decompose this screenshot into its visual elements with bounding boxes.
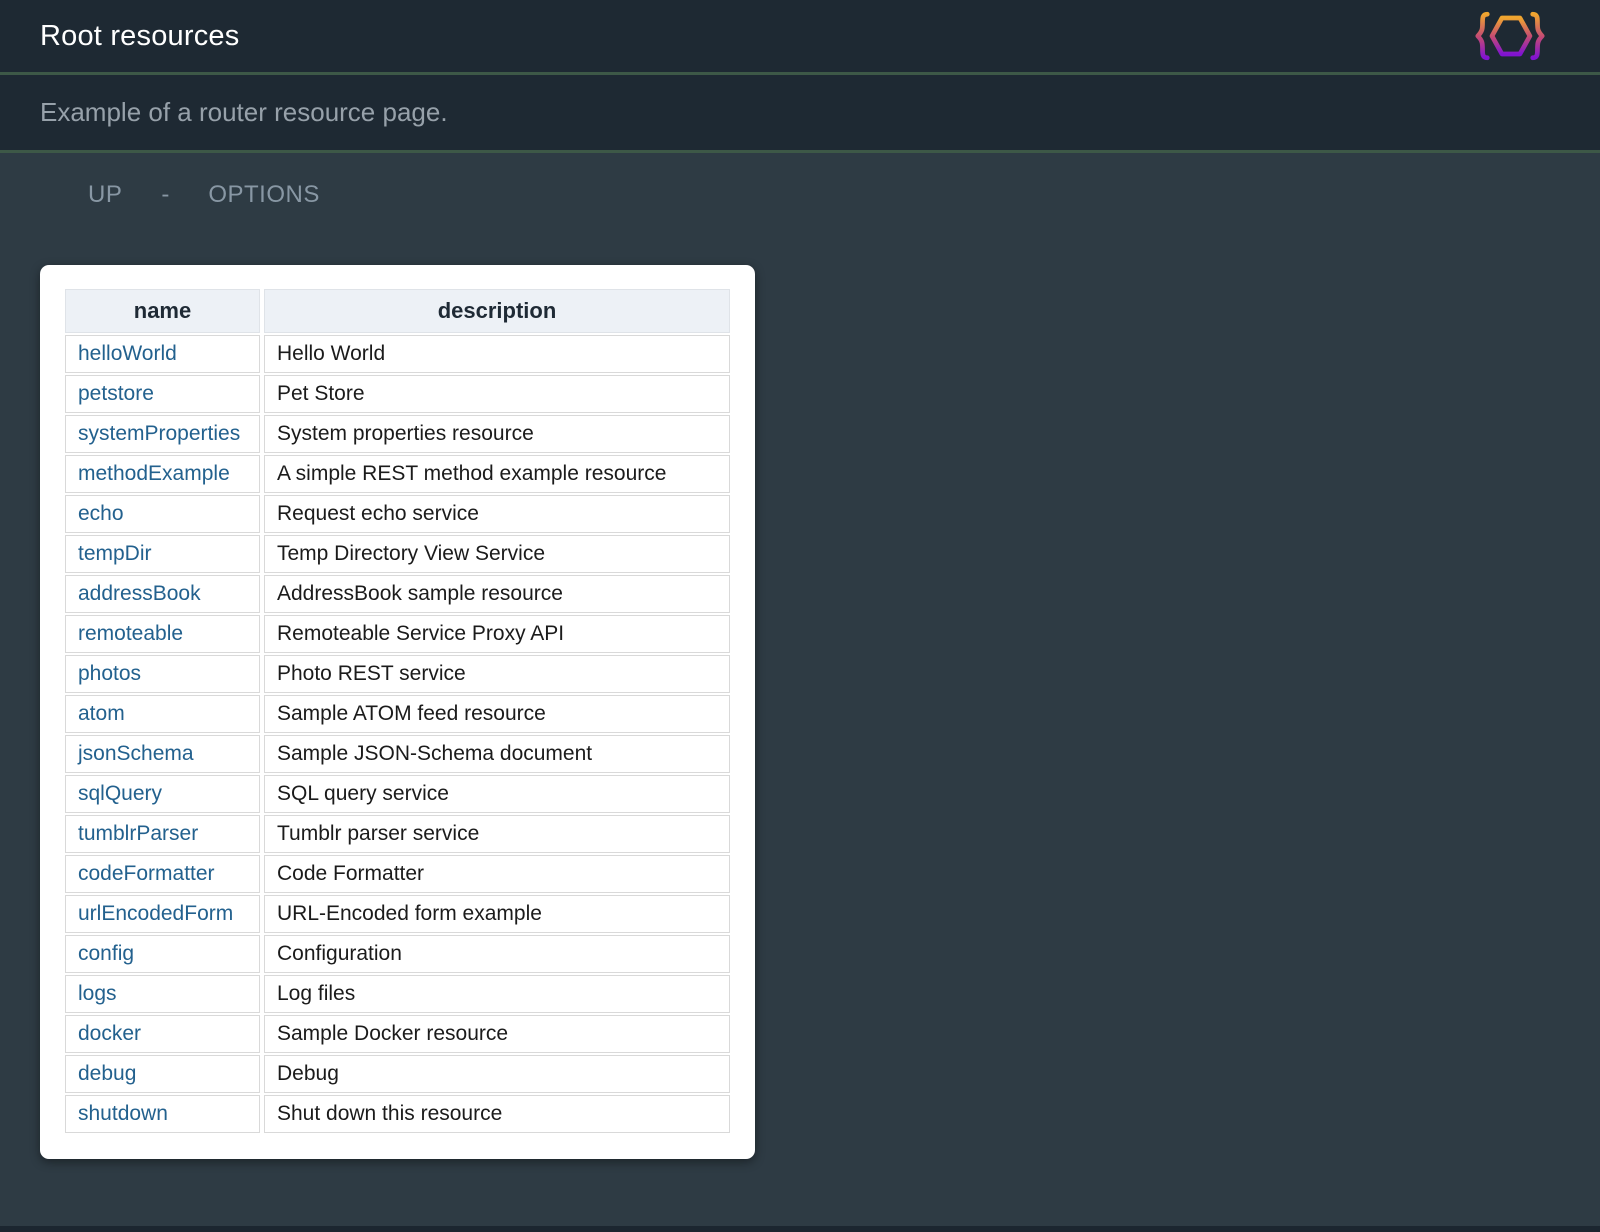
table-row: addressBook AddressBook sample resource: [65, 575, 730, 613]
resource-link[interactable]: logs: [78, 982, 117, 1005]
resource-link[interactable]: methodExample: [78, 462, 230, 485]
table-row: debug Debug: [65, 1055, 730, 1093]
resource-link[interactable]: tumblrParser: [78, 822, 198, 845]
resource-link[interactable]: helloWorld: [78, 342, 177, 365]
resource-nav: UP - OPTIONS: [88, 177, 1600, 213]
resource-link[interactable]: systemProperties: [78, 422, 240, 445]
resource-name-cell: tumblrParser: [65, 815, 260, 853]
resource-link[interactable]: remoteable: [78, 622, 183, 645]
resource-description: Shut down this resource: [264, 1095, 730, 1133]
subheader-text: Example of a router resource page.: [40, 97, 448, 128]
resource-name-cell: jsonSchema: [65, 735, 260, 773]
resource-description: Pet Store: [264, 375, 730, 413]
resource-description: Code Formatter: [264, 855, 730, 893]
table-row: sqlQuery SQL query service: [65, 775, 730, 813]
resource-name-cell: codeFormatter: [65, 855, 260, 893]
resource-name-cell: photos: [65, 655, 260, 693]
resource-name-cell: addressBook: [65, 575, 260, 613]
main-content: UP - OPTIONS name description helloWorld…: [0, 153, 1600, 1159]
resource-link[interactable]: petstore: [78, 382, 154, 405]
resource-name-cell: petstore: [65, 375, 260, 413]
table-row: petstore Pet Store: [65, 375, 730, 413]
resource-description: SQL query service: [264, 775, 730, 813]
resources-card: name description helloWorldHello Worldpe…: [40, 265, 755, 1159]
resource-name-cell: docker: [65, 1015, 260, 1053]
resource-description: Configuration: [264, 935, 730, 973]
table-row: jsonSchema Sample JSON-Schema document: [65, 735, 730, 773]
resource-link[interactable]: codeFormatter: [78, 862, 215, 885]
resources-table-header: name description: [65, 289, 730, 333]
resource-link[interactable]: photos: [78, 662, 141, 685]
table-row: logs Log files: [65, 975, 730, 1013]
resource-description: Sample Docker resource: [264, 1015, 730, 1053]
resource-link[interactable]: jsonSchema: [78, 742, 194, 765]
resource-name-cell: atom: [65, 695, 260, 733]
nav-up-link[interactable]: UP: [88, 181, 122, 209]
resource-description: Remoteable Service Proxy API: [264, 615, 730, 653]
resource-name-cell: helloWorld: [65, 335, 260, 373]
resource-description: Hello World: [264, 335, 730, 373]
resources-table-body: helloWorldHello WorldpetstorePet Storesy…: [65, 335, 730, 1133]
table-row: photos Photo REST service: [65, 655, 730, 693]
resource-link[interactable]: config: [78, 942, 134, 965]
footer-strip: [0, 1226, 1600, 1232]
resources-table: name description helloWorldHello Worldpe…: [61, 287, 734, 1135]
column-header-description: description: [264, 289, 730, 333]
table-row: echo Request echo service: [65, 495, 730, 533]
table-row: helloWorld Hello World: [65, 335, 730, 373]
resource-description: URL-Encoded form example: [264, 895, 730, 933]
resource-name-cell: config: [65, 935, 260, 973]
resource-name-cell: echo: [65, 495, 260, 533]
resource-name-cell: systemProperties: [65, 415, 260, 453]
resource-description: Debug: [264, 1055, 730, 1093]
resource-description: Request echo service: [264, 495, 730, 533]
resource-description: Log files: [264, 975, 730, 1013]
resource-name-cell: remoteable: [65, 615, 260, 653]
resource-link[interactable]: shutdown: [78, 1102, 168, 1125]
resource-link[interactable]: tempDir: [78, 542, 152, 565]
resource-link[interactable]: debug: [78, 1062, 136, 1085]
resource-description: Tumblr parser service: [264, 815, 730, 853]
table-row: shutdown Shut down this resource: [65, 1095, 730, 1133]
resource-description: AddressBook sample resource: [264, 575, 730, 613]
top-header: Root resources: [0, 0, 1600, 75]
subheader-bar: Example of a router resource page.: [0, 75, 1600, 153]
resource-link[interactable]: addressBook: [78, 582, 201, 605]
table-row: docker Sample Docker resource: [65, 1015, 730, 1053]
resource-name-cell: tempDir: [65, 535, 260, 573]
nav-options-link[interactable]: OPTIONS: [208, 181, 320, 209]
resource-name-cell: methodExample: [65, 455, 260, 493]
resource-link[interactable]: atom: [78, 702, 125, 725]
resource-description: A simple REST method example resource: [264, 455, 730, 493]
resource-name-cell: urlEncodedForm: [65, 895, 260, 933]
resource-name-cell: logs: [65, 975, 260, 1013]
table-row: atom Sample ATOM feed resource: [65, 695, 730, 733]
braces-hexagon-icon: [1474, 10, 1546, 62]
resource-description: System properties resource: [264, 415, 730, 453]
nav-separator: -: [161, 181, 169, 209]
resource-link[interactable]: sqlQuery: [78, 782, 162, 805]
column-header-name: name: [65, 289, 260, 333]
resource-name-cell: debug: [65, 1055, 260, 1093]
table-row: tempDir Temp Directory View Service: [65, 535, 730, 573]
resource-description: Sample JSON-Schema document: [264, 735, 730, 773]
resource-link[interactable]: echo: [78, 502, 124, 525]
resource-description: Sample ATOM feed resource: [264, 695, 730, 733]
brand-logo-link[interactable]: [1474, 10, 1546, 62]
resource-description: Photo REST service: [264, 655, 730, 693]
page-title: Root resources: [40, 20, 239, 53]
resource-link[interactable]: urlEncodedForm: [78, 902, 233, 925]
resource-name-cell: sqlQuery: [65, 775, 260, 813]
resource-description: Temp Directory View Service: [264, 535, 730, 573]
resource-link[interactable]: docker: [78, 1022, 141, 1045]
table-row: codeFormatter Code Formatter: [65, 855, 730, 893]
table-row: config Configuration: [65, 935, 730, 973]
table-row: methodExample A simple REST method exampl…: [65, 455, 730, 493]
resource-name-cell: shutdown: [65, 1095, 260, 1133]
table-row: tumblrParser Tumblr parser service: [65, 815, 730, 853]
table-row: systemProperties System properties resour…: [65, 415, 730, 453]
table-row: remoteable Remoteable Service Proxy API: [65, 615, 730, 653]
table-row: urlEncodedForm URL-Encoded form example: [65, 895, 730, 933]
